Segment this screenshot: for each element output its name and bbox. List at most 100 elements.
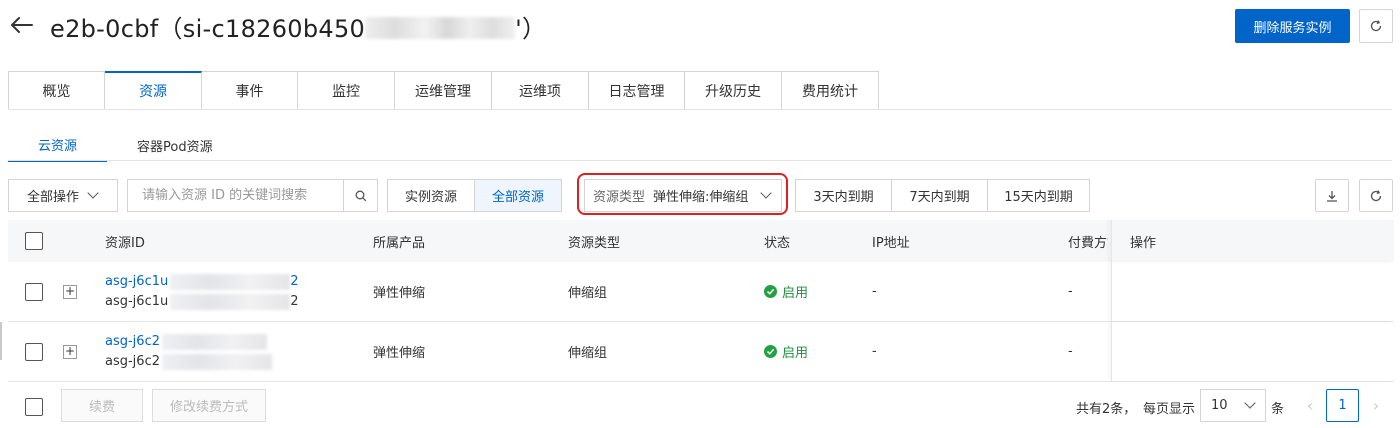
scope-toggle: 实例资源 全部资源 bbox=[387, 179, 562, 212]
filter-value: 弹性伸缩:伸缩组 bbox=[653, 190, 749, 205]
check-circle-icon bbox=[764, 285, 777, 298]
resource-id-text: asg-j6c1u bbox=[105, 294, 169, 309]
search-input[interactable] bbox=[128, 180, 343, 211]
download-icon bbox=[1327, 190, 1337, 202]
resource-id-link[interactable]: asg-j6c2 bbox=[105, 334, 160, 349]
row-checkbox[interactable] bbox=[25, 282, 43, 301]
resource-table: 资源ID 所属产品 资源类型 状态 IP地址 付費方式 操作 + asg-j6c… bbox=[8, 220, 1394, 382]
scope-all-resources[interactable]: 全部资源 bbox=[475, 179, 562, 212]
col-actions: 操作 bbox=[1130, 235, 1157, 251]
expiry-3-days[interactable]: 3天内到期 bbox=[795, 179, 892, 212]
resource-id-cell: asg-j6c1u 2 asg-j6c1u 2 bbox=[105, 262, 299, 321]
per-page-unit: 条 bbox=[1271, 402, 1285, 417]
search-icon bbox=[355, 190, 366, 201]
next-page-icon[interactable]: › bbox=[1363, 389, 1389, 422]
scroll-edge-marker bbox=[0, 322, 2, 360]
expand-icon[interactable]: + bbox=[63, 284, 77, 299]
bulk-action-label: 全部操作 bbox=[27, 190, 80, 205]
table-row: + asg-j6c2 asg-j6c2 弹性伸缩 伸缩组 启用 - - bbox=[8, 322, 1394, 382]
expiry-filters: 3天内到期 7天内到期 15天内到期 bbox=[795, 179, 1090, 212]
actions-column-header: 操作 bbox=[1111, 220, 1394, 262]
tab-upgrade-history[interactable]: 升级历史 bbox=[685, 71, 782, 110]
col-ip: IP地址 bbox=[872, 235, 910, 251]
redacted-blur bbox=[170, 273, 291, 290]
row-expand-cell: + bbox=[63, 322, 77, 381]
status-badge: 启用 bbox=[764, 282, 808, 301]
refresh-button[interactable] bbox=[1359, 9, 1393, 43]
status-text: 启用 bbox=[782, 286, 809, 301]
scope-instance-resources[interactable]: 实例资源 bbox=[387, 179, 475, 212]
status-cell: 启用 bbox=[764, 262, 808, 321]
renew-button[interactable]: 续费 bbox=[61, 389, 143, 422]
billing-cell: - bbox=[1068, 284, 1073, 299]
redacted-blur bbox=[161, 353, 272, 370]
actions-cell bbox=[1111, 322, 1394, 381]
page-size-value: 10 bbox=[1211, 398, 1228, 413]
resource-id-text: asg-j6c2 bbox=[105, 354, 160, 369]
delete-instance-button[interactable]: 删除服务实例 bbox=[1235, 9, 1350, 43]
tab-pod-resources[interactable]: 容器Pod资源 bbox=[107, 128, 243, 162]
redacted-blur bbox=[161, 333, 267, 350]
per-page-label: 每页显示 bbox=[1143, 402, 1196, 417]
expand-icon[interactable]: + bbox=[63, 344, 77, 359]
page-number-button[interactable]: 1 bbox=[1326, 389, 1359, 422]
chevron-down-icon bbox=[87, 187, 99, 199]
ip-cell: - bbox=[872, 284, 877, 299]
billing-cell: - bbox=[1068, 344, 1073, 359]
tabs-divider bbox=[8, 109, 1392, 110]
bulk-action-dropdown[interactable]: 全部操作 bbox=[8, 179, 118, 212]
row-select-cell bbox=[25, 322, 43, 381]
table-row: + asg-j6c1u 2 asg-j6c1u 2 弹性伸缩 伸缩组 启用 - - bbox=[8, 262, 1394, 322]
row-checkbox[interactable] bbox=[25, 342, 43, 361]
col-resource-type: 资源类型 bbox=[568, 235, 621, 251]
back-arrow-icon[interactable] bbox=[8, 10, 38, 40]
resource-id-link[interactable]: asg-j6c1u bbox=[105, 274, 168, 289]
refresh-icon bbox=[1370, 20, 1382, 32]
check-circle-icon bbox=[764, 345, 777, 358]
resource-type-cell: 伸缩组 bbox=[568, 286, 608, 301]
page-title-prefix: e2b-0cbf（si-c18260b450 bbox=[50, 15, 366, 43]
chevron-down-icon bbox=[1243, 397, 1256, 409]
ip-cell: - bbox=[872, 344, 877, 359]
resource-type-cell: 伸缩组 bbox=[568, 346, 608, 361]
expiry-7-days[interactable]: 7天内到期 bbox=[892, 179, 988, 212]
footer-select-all bbox=[25, 398, 43, 416]
page-title: e2b-0cbf（si-c18260b450 '） bbox=[50, 9, 546, 44]
col-status: 状态 bbox=[764, 235, 791, 251]
page-size-select[interactable]: 10 bbox=[1200, 389, 1266, 422]
tab-ops-items[interactable]: 运维项 bbox=[492, 71, 589, 110]
actions-cell bbox=[1111, 262, 1394, 321]
product-cell: 弹性伸缩 bbox=[373, 286, 426, 301]
chevron-down-icon bbox=[760, 187, 773, 199]
tab-ops-management[interactable]: 运维管理 bbox=[395, 71, 492, 110]
col-resource-id: 资源ID bbox=[105, 235, 145, 251]
tab-monitoring[interactable]: 监控 bbox=[298, 71, 395, 110]
page-title-suffix: '） bbox=[515, 15, 547, 43]
select-all-cell bbox=[25, 220, 43, 262]
tab-log-management[interactable]: 日志管理 bbox=[589, 71, 685, 110]
search-box bbox=[127, 179, 378, 212]
sub-tabs-divider bbox=[8, 160, 1392, 161]
expiry-15-days[interactable]: 15天内到期 bbox=[988, 179, 1090, 212]
status-badge: 启用 bbox=[764, 342, 808, 361]
tab-overview[interactable]: 概览 bbox=[8, 71, 105, 110]
footer-select-all-checkbox[interactable] bbox=[25, 398, 43, 416]
tab-resources[interactable]: 资源 bbox=[105, 71, 202, 110]
tab-cost-statistics[interactable]: 费用统计 bbox=[782, 71, 879, 110]
select-all-checkbox[interactable] bbox=[25, 232, 43, 250]
redacted-blur bbox=[170, 293, 291, 310]
prev-page-icon[interactable]: ‹ bbox=[1297, 389, 1323, 422]
table-header: 资源ID 所属产品 资源类型 状态 IP地址 付費方式 操作 bbox=[8, 220, 1394, 262]
resource-id-text-end: 2 bbox=[290, 294, 299, 309]
change-renewal-button[interactable]: 修改续费方式 bbox=[152, 389, 266, 422]
status-cell: 启用 bbox=[764, 322, 808, 381]
table-refresh-button[interactable] bbox=[1359, 179, 1393, 212]
download-button[interactable] bbox=[1315, 179, 1349, 212]
tab-cloud-resources[interactable]: 云资源 bbox=[8, 128, 108, 162]
col-product: 所属产品 bbox=[373, 235, 426, 251]
resource-type-filter[interactable]: 资源类型 弹性伸缩:伸缩组 bbox=[584, 179, 782, 212]
tab-events[interactable]: 事件 bbox=[202, 71, 298, 110]
filter-label: 资源类型 bbox=[593, 190, 646, 205]
search-button[interactable] bbox=[343, 180, 377, 211]
col-billing: 付費方式 bbox=[1068, 235, 1108, 251]
